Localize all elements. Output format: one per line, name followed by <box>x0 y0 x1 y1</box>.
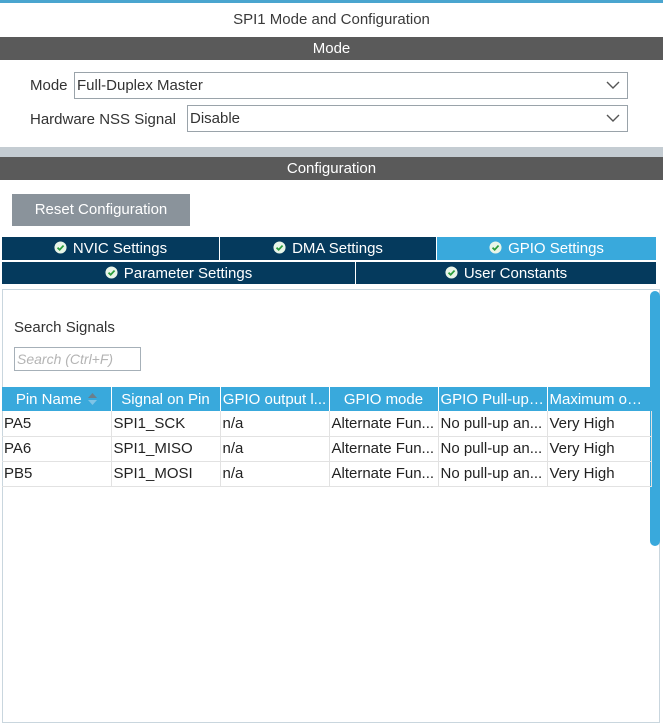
mode-select[interactable]: Full-Duplex Master <box>74 72 628 99</box>
cell-gpio-mode: Alternate Fun... <box>329 461 439 487</box>
column-header-signal-on-pin[interactable]: Signal on Pin <box>111 387 221 411</box>
mode-section-header: Mode <box>0 37 663 60</box>
cell-gpio-mode: Alternate Fun... <box>329 436 439 462</box>
cell-pull: No pull-up an... <box>438 436 548 462</box>
configuration-section-header: Configuration <box>0 157 663 180</box>
check-circle-icon <box>105 266 118 279</box>
panel-scrollbar[interactable] <box>650 291 660 546</box>
cell-pin-name: PB5 <box>2 461 112 487</box>
cell-max-speed: Very High <box>547 411 652 437</box>
tab-label: Parameter Settings <box>123 265 253 282</box>
cell-pull: No pull-up an... <box>438 461 548 487</box>
tab-dma-settings[interactable]: DMA Settings <box>220 237 437 260</box>
tab-user-constants[interactable]: User Constants <box>356 261 656 284</box>
tab-label: User Constants <box>463 265 568 282</box>
tab-label: DMA Settings <box>292 240 383 257</box>
cell-pin-name: PA6 <box>2 436 112 462</box>
check-circle-icon <box>489 241 502 254</box>
tab-nvic-settings[interactable]: NVIC Settings <box>2 237 220 260</box>
cell-output-level: n/a <box>220 411 330 437</box>
mode-select-value: Full-Duplex Master <box>77 77 203 94</box>
cell-max-speed: Very High <box>547 436 652 462</box>
column-header-maximum-output-speed[interactable]: Maximum out... <box>547 387 651 411</box>
table-row[interactable]: PA6 SPI1_MISO n/a Alternate Fun... No pu… <box>2 436 652 462</box>
cell-signal: SPI1_MISO <box>111 436 221 462</box>
table-row[interactable]: PB5 SPI1_MOSI n/a Alternate Fun... No pu… <box>2 461 652 487</box>
cell-max-speed: Very High <box>547 461 652 487</box>
cell-gpio-mode: Alternate Fun... <box>329 411 439 437</box>
signals-table: Pin Name Signal on Pin GPIO output l... … <box>2 387 652 487</box>
column-header-gpio-mode[interactable]: GPIO mode <box>329 387 439 411</box>
check-circle-icon <box>273 241 286 254</box>
tab-label: NVIC Settings <box>72 240 168 257</box>
tab-parameter-settings[interactable]: Parameter Settings <box>2 261 356 284</box>
nss-select-value: Disable <box>190 110 241 127</box>
cell-output-level: n/a <box>220 436 330 462</box>
cell-signal: SPI1_SCK <box>111 411 221 437</box>
section-divider <box>0 147 663 157</box>
check-circle-icon <box>445 266 458 279</box>
tab-label: GPIO Settings <box>508 240 604 257</box>
table-header-row: Pin Name Signal on Pin GPIO output l... … <box>2 387 651 411</box>
nss-label: Hardware NSS Signal <box>30 111 176 128</box>
search-signals-label: Search Signals <box>14 319 115 336</box>
cell-output-level: n/a <box>220 461 330 487</box>
column-header-pin-name[interactable]: Pin Name <box>2 387 112 411</box>
cell-pin-name: PA5 <box>2 411 112 437</box>
search-signals-input[interactable] <box>14 347 141 371</box>
tab-gpio-settings[interactable]: GPIO Settings <box>437 237 656 260</box>
reset-configuration-button[interactable]: Reset Configuration <box>12 194 190 226</box>
column-header-gpio-output-level[interactable]: GPIO output l... <box>220 387 330 411</box>
mode-label: Mode <box>30 77 68 94</box>
cell-signal: SPI1_MOSI <box>111 461 221 487</box>
column-header-gpio-pull[interactable]: GPIO Pull-up/... <box>438 387 548 411</box>
chevron-down-icon <box>606 114 620 122</box>
chevron-down-icon <box>606 81 620 89</box>
nss-select[interactable]: Disable <box>187 105 628 132</box>
table-row[interactable]: PA5 SPI1_SCK n/a Alternate Fun... No pul… <box>2 411 652 437</box>
cell-pull: No pull-up an... <box>438 411 548 437</box>
check-circle-icon <box>54 241 67 254</box>
sort-icon <box>87 392 97 405</box>
column-header-label: Pin Name <box>15 390 82 408</box>
window-title: SPI1 Mode and Configuration <box>233 11 430 28</box>
